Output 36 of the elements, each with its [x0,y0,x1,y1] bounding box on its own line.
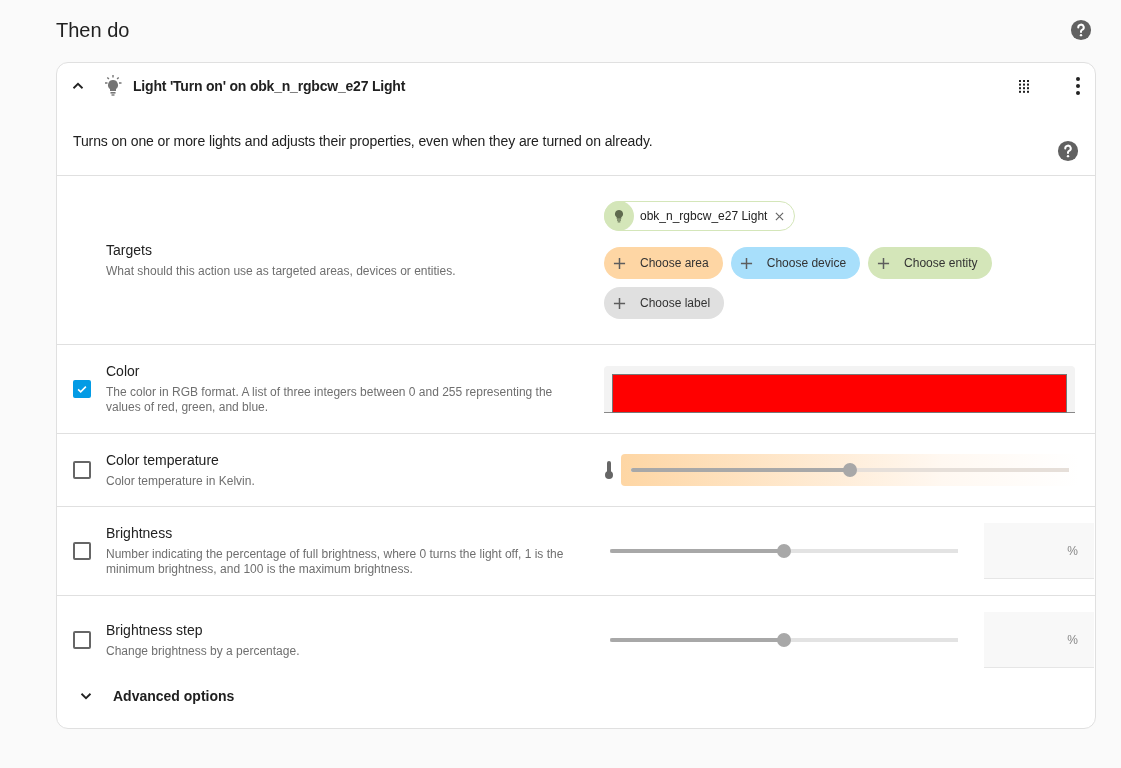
color-picker-field[interactable] [604,365,1075,413]
add-target-button[interactable]: Choose device [730,247,861,279]
action-title: Light 'Turn on' on obk_n_rgbcw_e27 Light [133,78,406,94]
field-label: Color [106,363,141,379]
help-icon[interactable] [1070,19,1092,41]
help-icon[interactable] [1057,140,1079,162]
add-target-button[interactable]: Choose label [604,287,725,319]
field-label: Color temperature [106,451,220,468]
drag-handle-icon[interactable] [1017,79,1031,93]
checkbox[interactable] [73,380,91,398]
add-target-button[interactable]: Choose entity [868,247,992,279]
plus-icon [739,256,753,270]
add-target-button[interactable]: Choose area [604,247,723,279]
field-helper-text: Number indicating the percentage of full brightness, where 0 turns the light off, 1 is the minimum brightness, and 100 is the maximum brightness. [106,547,565,577]
section-heading: Then do [56,18,130,42]
field-helper-text: What should this action use as targeted areas, devices or entities. [106,263,457,279]
remove-icon[interactable] [775,211,785,221]
advanced-options-toggle[interactable]: Advanced options [113,688,235,704]
plus-icon [613,256,626,270]
field-helper-text: Change brightness by a percentage. [106,643,301,659]
field-label: Brightness [106,525,174,541]
field-label: Brightness step [106,621,204,638]
target-name: obk_n_rgbcw_e27 Light [640,209,768,223]
more-options-icon[interactable] [1075,76,1081,96]
checkbox[interactable] [73,461,91,479]
field-helper-text: The color in RGB format. A list of three integers between 0 and 255 representing the values of red, green, and blue. [106,385,554,415]
plus-icon [613,296,626,310]
number-input-field[interactable]: % [984,612,1094,668]
number-input-field[interactable]: % [984,523,1094,579]
thermometer-icon [604,460,614,480]
field-label: Targets [106,241,153,258]
checkbox[interactable] [73,542,91,560]
plus-icon [877,256,891,270]
checkbox[interactable] [73,631,91,649]
action-description: Turns on one or more lights and adjusts their properties, even when they are turned on already. [72,132,654,149]
field-helper-text: Color temperature in Kelvin. [106,473,256,489]
